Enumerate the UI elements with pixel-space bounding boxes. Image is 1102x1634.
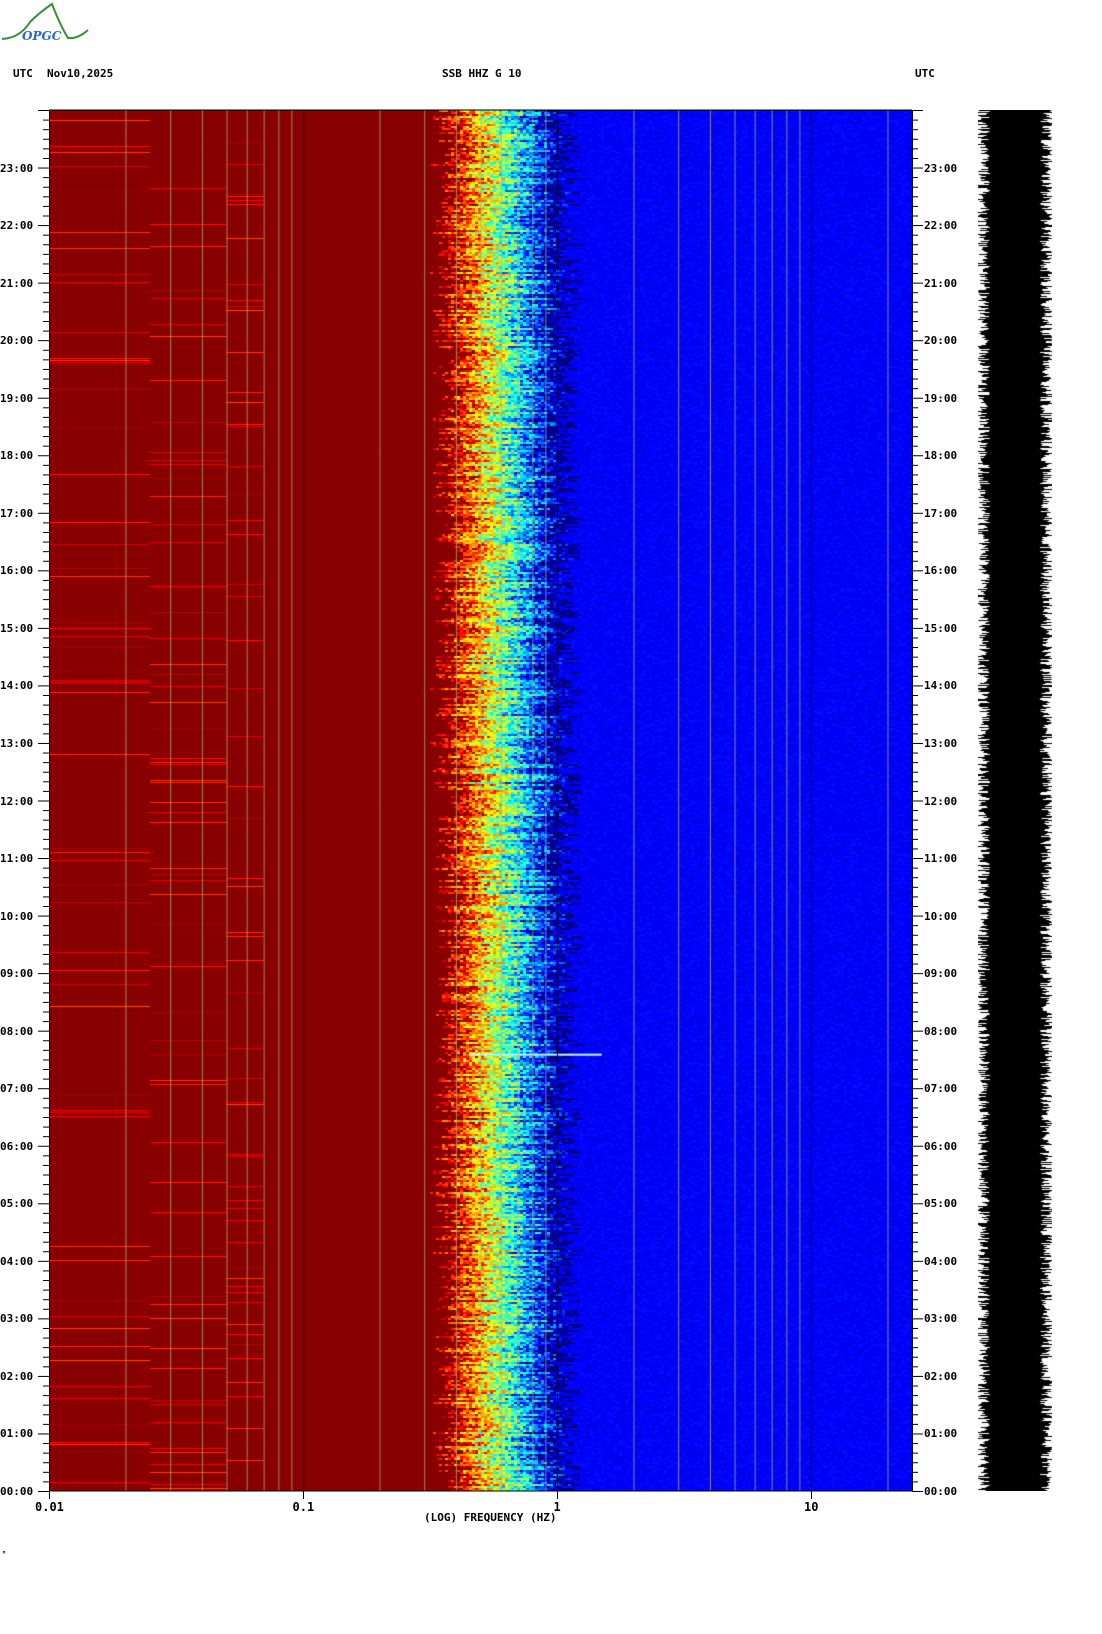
seismogram-trace: [978, 110, 1052, 1491]
y-tick-label-left: 15:00: [0, 621, 34, 635]
y-tick-label-right: 23:00: [924, 161, 958, 175]
y-tick-label-right: 12:00: [924, 794, 958, 808]
y-tick-label-right: 06:00: [924, 1139, 958, 1153]
y-tick-label-left: 06:00: [0, 1139, 34, 1153]
y-tick-label-right: 21:00: [924, 276, 958, 290]
y-tick-label-right: 07:00: [924, 1082, 958, 1096]
y-tick-label-right: 09:00: [924, 967, 958, 981]
y-tick-label-left: 10:00: [0, 909, 34, 923]
y-tick-label-right: 03:00: [924, 1312, 958, 1326]
y-tick-label-right: 14:00: [924, 679, 958, 693]
y-tick-label-left: 03:00: [0, 1312, 34, 1326]
x-tick-label: 0.1: [292, 1500, 315, 1514]
y-tick-label-right: 00:00: [924, 1485, 958, 1498]
y-tick-label-left: 04:00: [0, 1254, 34, 1268]
y-tick-label-right: 08:00: [924, 1024, 958, 1038]
y-tick-label-left: 22:00: [0, 219, 34, 233]
y-tick-label-left: 00:00: [0, 1485, 34, 1498]
y-tick-label-right: 17:00: [924, 506, 958, 520]
y-tick-label-left: 16:00: [0, 564, 34, 578]
x-axis-title: (LOG) FREQUENCY (HZ): [424, 1511, 557, 1524]
y-tick-label-right: 02:00: [924, 1369, 958, 1383]
y-tick-label-left: 11:00: [0, 852, 34, 866]
y-tick-label-right: 15:00: [924, 621, 958, 635]
y-tick-label-left: 09:00: [0, 967, 34, 981]
y-tick-label-left: 13:00: [0, 736, 34, 750]
y-tick-label-right: 11:00: [924, 852, 958, 866]
y-tick-label-left: 05:00: [0, 1197, 34, 1211]
y-tick-label-right: 04:00: [924, 1254, 958, 1268]
y-tick-label-left: 20:00: [0, 334, 34, 348]
y-tick-label-left: 08:00: [0, 1024, 34, 1038]
y-tick-label-left: 19:00: [0, 391, 34, 405]
y-tick-label-right: 01:00: [924, 1427, 958, 1441]
footer-mark: ᴴ: [2, 1550, 7, 1558]
y-tick-label-right: 19:00: [924, 391, 958, 405]
y-tick-label-left: 02:00: [0, 1369, 34, 1383]
y-tick-label-left: 23:00: [0, 161, 34, 175]
y-tick-label-left: 01:00: [0, 1427, 34, 1441]
y-tick-label-right: 22:00: [924, 219, 958, 233]
y-tick-label-right: 16:00: [924, 564, 958, 578]
x-tick-label: 10: [804, 1500, 819, 1514]
chart-axes: [38, 109, 923, 1499]
y-tick-label-right: 20:00: [924, 334, 958, 348]
y-tick-label-right: 10:00: [924, 909, 958, 923]
y-tick-label-left: 12:00: [0, 794, 34, 808]
x-tick-label: 0.01: [35, 1500, 64, 1514]
y-tick-label-right: 05:00: [924, 1197, 958, 1211]
y-tick-label-left: 17:00: [0, 506, 34, 520]
y-tick-label-right: 13:00: [924, 736, 958, 750]
y-tick-label-left: 18:00: [0, 449, 34, 463]
y-tick-label-right: 18:00: [924, 449, 958, 463]
y-tick-label-left: 14:00: [0, 679, 34, 693]
y-tick-label-left: 07:00: [0, 1082, 34, 1096]
y-tick-label-left: 21:00: [0, 276, 34, 290]
